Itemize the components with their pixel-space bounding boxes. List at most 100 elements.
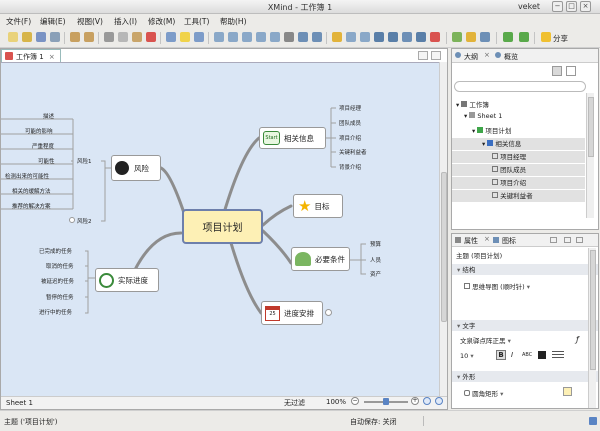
topic-goal[interactable]: ★ 目标	[293, 194, 343, 218]
outline-item[interactable]: 项目介绍	[452, 177, 585, 189]
label-icon[interactable]	[256, 32, 266, 42]
collapse-toggle-icon[interactable]	[325, 309, 332, 316]
tab-close-icon[interactable]: ×	[484, 235, 490, 243]
stop-icon[interactable]	[430, 32, 440, 42]
redo-icon[interactable]	[84, 32, 94, 42]
subtopic[interactable]: 暂停的任务	[46, 293, 74, 301]
tab-close-icon[interactable]: ×	[484, 51, 490, 59]
tab-close-icon[interactable]: ×	[49, 53, 55, 61]
topic-related-info[interactable]: Start 相关信息	[259, 127, 326, 149]
italic-icon[interactable]: I	[511, 351, 513, 359]
vertical-scrollbar[interactable]	[439, 62, 447, 396]
topic-resources[interactable]: 必要条件	[291, 247, 350, 271]
subtopic[interactable]: 已完成的任务	[39, 247, 72, 255]
scroll-thumb[interactable]	[588, 97, 594, 157]
outline-item[interactable]: ▾ 相关信息	[452, 138, 585, 150]
strikethrough-icon[interactable]: ABC	[522, 352, 532, 358]
sheet-tab[interactable]: Sheet 1	[6, 399, 33, 407]
share-button[interactable]: 分享	[553, 33, 568, 44]
properties-scrollbar[interactable]	[588, 248, 596, 408]
share-icon[interactable]	[541, 32, 551, 42]
cut-icon[interactable]	[104, 32, 114, 42]
copy-icon[interactable]	[118, 32, 128, 42]
subtopic[interactable]: 预算	[370, 240, 381, 248]
properties-menu-icon[interactable]	[550, 237, 557, 243]
minimize-icon[interactable]: −	[552, 1, 563, 12]
section-shape-header[interactable]: ▾ 外形	[452, 371, 598, 382]
subtopic[interactable]: 人员	[370, 256, 381, 264]
search-icon[interactable]	[480, 32, 490, 42]
subtopic[interactable]: 进行中的任务	[39, 308, 72, 316]
scroll-thumb[interactable]	[590, 250, 596, 370]
outline-item[interactable]: 项目经理	[452, 151, 585, 163]
subtopic-icon[interactable]	[194, 32, 204, 42]
sync-icon[interactable]	[589, 417, 597, 425]
menu-tools[interactable]: 工具(T)	[184, 16, 209, 27]
maximize-view-icon[interactable]	[576, 237, 583, 243]
fill-color-swatch[interactable]	[563, 387, 572, 396]
save-icon[interactable]	[36, 32, 46, 42]
editor-tab[interactable]: 工作簿 1 ×	[1, 49, 61, 62]
outline-item[interactable]: 关键利益者	[452, 190, 585, 202]
topic-progress[interactable]: 实际进度	[95, 268, 159, 292]
presentation-icon[interactable]	[402, 32, 412, 42]
idea-icon[interactable]	[180, 32, 190, 42]
undo-icon[interactable]	[70, 32, 80, 42]
print-icon[interactable]	[50, 32, 60, 42]
mindmap-canvas[interactable]: 项目计划 Start 相关信息 项目经理 团队成员 项目介绍 关键利益者 背景介…	[1, 62, 439, 396]
open-icon[interactable]	[22, 32, 32, 42]
marker-icon[interactable]	[332, 32, 342, 42]
topic-schedule[interactable]: 25 进度安排	[261, 301, 323, 325]
zoom-in-icon[interactable]: +	[411, 397, 419, 405]
maximize-view-icon[interactable]	[431, 51, 441, 60]
new-icon[interactable]	[8, 32, 18, 42]
outline-scrollbar[interactable]	[586, 93, 594, 218]
outline-item[interactable]: ▾ 项目计划	[452, 125, 585, 137]
collapse-all-icon[interactable]	[552, 66, 562, 76]
outline-item[interactable]: ▾ Sheet 1	[452, 112, 585, 124]
central-topic[interactable]: 项目计划	[182, 209, 263, 244]
outline-item[interactable]: 团队成员	[452, 164, 585, 176]
fit-map-icon[interactable]	[423, 397, 431, 405]
scroll-thumb[interactable]	[441, 172, 447, 322]
relationship-icon[interactable]	[242, 32, 252, 42]
menu-insert[interactable]: 插入(I)	[114, 16, 137, 27]
style-icon[interactable]	[346, 32, 356, 42]
subtopic[interactable]: 资产	[370, 270, 381, 278]
subtopic[interactable]: 项目介绍	[339, 134, 361, 142]
font-size-select[interactable]: 10 ▾	[460, 352, 490, 360]
actual-size-icon[interactable]	[435, 397, 443, 405]
topic-icon[interactable]	[166, 32, 176, 42]
menu-edit[interactable]: 编辑(E)	[40, 16, 66, 27]
shape-select[interactable]: 圆角矩形 ▾	[464, 388, 598, 398]
menu-modify[interactable]: 修改(M)	[148, 16, 175, 27]
close-icon[interactable]: ×	[580, 1, 591, 12]
summary-icon[interactable]	[228, 32, 238, 42]
text-color-icon[interactable]	[538, 351, 546, 359]
minimize-view-icon[interactable]	[564, 237, 571, 243]
zoom-out-icon[interactable]: −	[351, 397, 359, 405]
section-structure-header[interactable]: ▾ 结构	[452, 264, 598, 275]
subtopic[interactable]: 背景介绍	[339, 163, 361, 171]
subtopic[interactable]: 关键利益者	[339, 148, 367, 156]
structure-select[interactable]: 思维导图 (顺时针) ▾	[464, 281, 598, 291]
arrow-up-icon[interactable]	[519, 32, 529, 42]
outline-item[interactable]: ▾ 工作簿	[452, 99, 585, 111]
paste-icon[interactable]	[132, 32, 142, 42]
section-text-header[interactable]: ▾ 文字	[452, 320, 598, 331]
image-icon[interactable]	[312, 32, 322, 42]
boundary-icon[interactable]	[214, 32, 224, 42]
structure-icon[interactable]	[374, 32, 384, 42]
delete-icon[interactable]	[146, 32, 156, 42]
tab-properties[interactable]: 属性	[464, 236, 478, 246]
tab-icons[interactable]: 图标	[502, 236, 516, 246]
theme-icon[interactable]	[360, 32, 370, 42]
menu-view[interactable]: 视图(V)	[77, 16, 103, 27]
subtopic[interactable]: 项目经理	[339, 104, 361, 112]
subtopic[interactable]: 取消的任务	[46, 262, 74, 270]
attachment-icon[interactable]	[284, 32, 294, 42]
zoom-slider-thumb[interactable]	[383, 398, 389, 405]
menu-file[interactable]: 文件(F)	[6, 16, 31, 27]
export-icon[interactable]	[452, 32, 462, 42]
drill-down-icon[interactable]	[416, 32, 426, 42]
